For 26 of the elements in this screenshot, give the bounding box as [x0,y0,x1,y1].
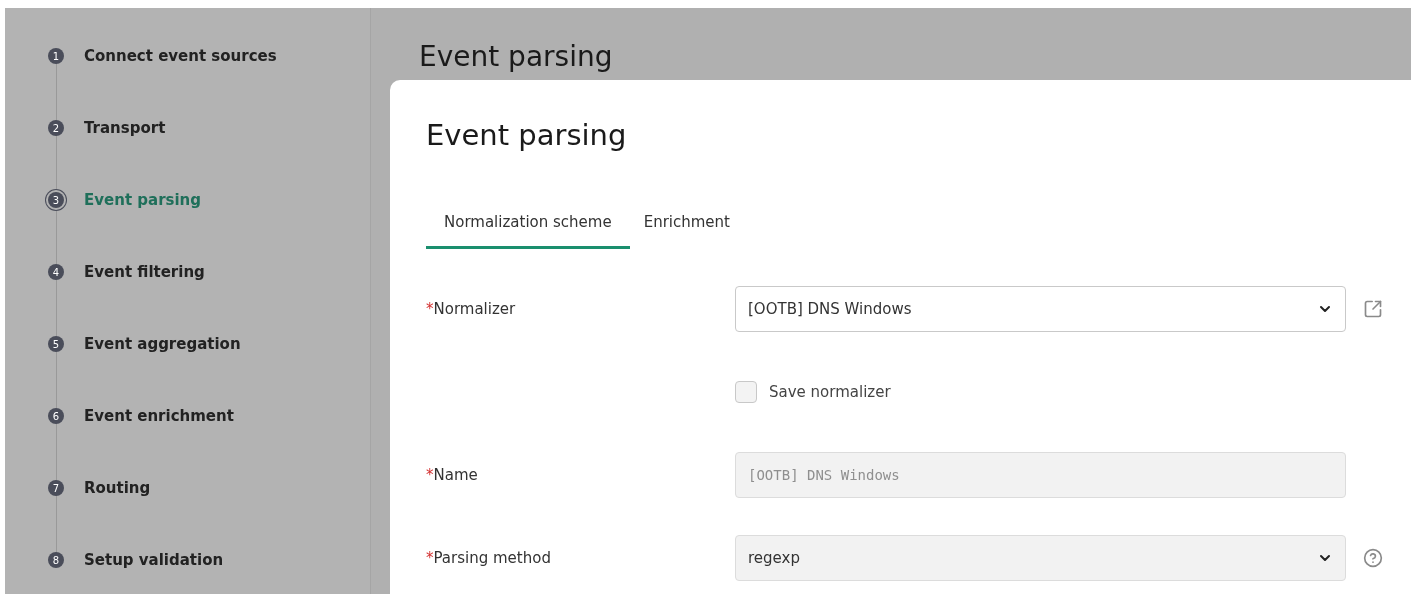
external-link-icon[interactable] [1363,299,1383,319]
step-number: 6 [48,408,64,424]
checkbox-label: Save normalizer [769,381,891,403]
select-field[interactable]: [OOTB] DNS Windows [735,286,1346,332]
step-number: 1 [48,48,64,64]
tab[interactable]: Normalization scheme [426,199,630,249]
checkbox[interactable] [735,381,757,403]
step-number: 5 [48,336,64,352]
field-label: *Normalizer [426,299,516,318]
step-label[interactable]: Setup validation [84,548,224,572]
step-label[interactable]: Event enrichment [84,404,234,428]
step-number: 8 [48,552,64,568]
step-label[interactable]: Transport [84,116,166,140]
field-label: *Parsing method [426,548,551,567]
tab[interactable]: Enrichment [629,199,744,249]
page-title: Event parsing [419,39,613,75]
step-number: 4 [48,264,64,280]
field-label: *Name [426,465,478,484]
step-label[interactable]: Routing [84,476,151,500]
step-number: 7 [48,480,64,496]
step-number: 3 [48,192,64,208]
step-label[interactable]: Event filtering [84,260,205,284]
step-label[interactable]: Connect event sources [84,44,277,68]
step-number: 2 [48,120,64,136]
step-label[interactable]: Event aggregation [84,332,241,356]
modal-title: Event parsing [426,117,628,154]
